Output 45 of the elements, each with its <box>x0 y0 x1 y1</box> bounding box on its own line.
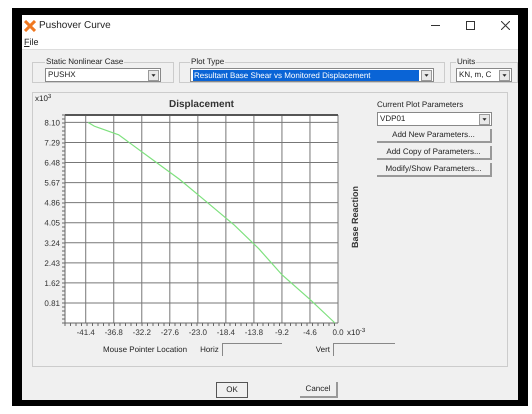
axis-tick-label: 7.29 <box>44 138 60 148</box>
axis-tick-label: 4.86 <box>44 198 60 208</box>
axis-scale-label: x10$^{-3}$ <box>347 329 366 337</box>
axis-tick-label: -18.4 <box>216 328 235 337</box>
axis-tick-label: 3.24 <box>44 238 60 248</box>
field-label: Horiz <box>200 344 219 356</box>
axis-tick-label: 5.67 <box>44 178 60 188</box>
axis-tick-label: 6.48 <box>44 158 60 168</box>
group-label: Static Nonlinear Case <box>45 56 124 68</box>
dialog-button[interactable]: Cancel <box>300 382 338 398</box>
maximize-icon[interactable] <box>466 21 475 30</box>
axis-tick-label: -23.0 <box>188 328 207 337</box>
axis-tick-label: -4.6 <box>303 328 317 337</box>
axis-title: Base Reaction <box>350 186 360 248</box>
group-label: Plot Type <box>190 56 226 68</box>
axis-tick-label: 8.10 <box>44 118 60 128</box>
action-button[interactable]: Modify/Show Parameters... <box>377 163 492 177</box>
axis-tick-label: -32.2 <box>132 328 151 337</box>
group-label: Units <box>456 56 476 68</box>
axis-scale-label: x10$^{3}$ <box>35 95 52 103</box>
menu-item[interactable]: File <box>24 36 39 50</box>
dialog-button[interactable]: OK <box>216 382 248 398</box>
dropdown[interactable]: Resultant Base Shear vs Monitored Displacement <box>190 68 434 82</box>
field-label: Vert <box>316 344 330 356</box>
axis-tick-label: -13.8 <box>244 328 264 337</box>
axis-tick-label: -9.2 <box>275 328 289 337</box>
axis-tick-label: -36.8 <box>104 328 123 337</box>
field-label: Mouse Pointer Location <box>103 344 188 356</box>
window-title: Pushover Curve <box>39 19 111 33</box>
dropdown[interactable]: PUSHX <box>45 68 161 82</box>
axis-tick-label: -27.6 <box>160 328 179 337</box>
axis-tick-label: 1.62 <box>44 278 60 288</box>
axis-tick-label: 4.05 <box>44 218 60 228</box>
dropdown[interactable]: KN, m, C <box>456 68 512 82</box>
app-logo-icon <box>24 20 36 32</box>
chart-title: Displacement <box>168 99 234 110</box>
action-button[interactable]: Add New Parameters... <box>377 129 492 143</box>
axis-tick-label: 0.81 <box>44 298 60 308</box>
dropdown[interactable]: VDP01 <box>377 112 492 126</box>
field-label: Current Plot Parameters <box>377 99 464 111</box>
axis-tick-label: -41.4 <box>76 328 95 337</box>
action-button[interactable]: Add Copy of Parameters... <box>377 146 492 160</box>
axis-tick-label: 2.43 <box>44 258 60 268</box>
axis-tick-label: 0.0 <box>332 328 344 337</box>
close-icon[interactable] <box>501 21 510 30</box>
